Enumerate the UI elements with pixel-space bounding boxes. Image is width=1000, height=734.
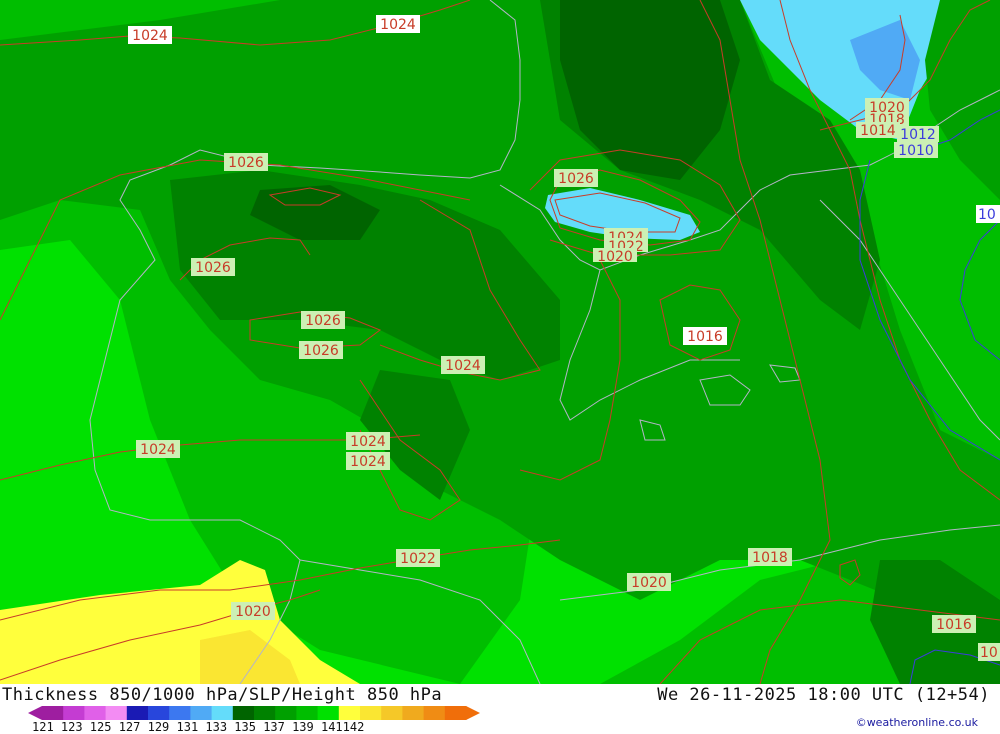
isobar-label-text: 1026 — [305, 313, 341, 329]
isobar-label: 10 — [978, 643, 1000, 661]
color-legend — [28, 706, 480, 720]
isobar-label: 1026 — [299, 341, 343, 359]
isobar-label: 1020 — [593, 248, 637, 265]
isobar-label-text: 1024 — [350, 454, 386, 470]
legend-swatch — [338, 706, 361, 720]
legend-swatch — [84, 706, 107, 720]
credit-link[interactable]: ©weatheronline.co.uk — [856, 716, 978, 729]
legend-swatch — [317, 706, 340, 720]
isobar-label-text: 1024 — [140, 442, 176, 458]
isobar-label-text: 1020 — [631, 575, 667, 591]
isobar-label-text: 1026 — [228, 155, 264, 171]
isobar-label-text: 1020 — [597, 249, 633, 265]
isobar-label: 1020 — [231, 602, 275, 620]
isobar-label-text: 1024 — [350, 434, 386, 450]
isobar-label: 1016 — [683, 327, 727, 345]
legend-swatch — [381, 706, 403, 720]
isobar-label: 1026 — [224, 153, 268, 171]
legend-swatch — [360, 706, 382, 720]
legend-arrow-right — [466, 706, 480, 720]
isobar-label-text: 1014 — [860, 123, 896, 139]
isobar-label: 10 — [976, 205, 1000, 223]
isobar-label-text: 1024 — [132, 28, 168, 44]
isobar-label-text: 1026 — [558, 171, 594, 187]
isobar-label: 1020 — [627, 573, 671, 591]
legend-swatch — [105, 706, 128, 720]
legend-swatch — [444, 706, 467, 720]
isobar-label-text: 10 — [978, 207, 996, 223]
isobar-label: 1026 — [301, 311, 345, 329]
legend-arrow-left — [28, 706, 42, 720]
isobar-label-text: 1010 — [898, 143, 934, 159]
isobar-label-text: 1024 — [380, 17, 416, 33]
isobar-label-text: 1020 — [235, 604, 271, 620]
legend-swatch — [254, 706, 276, 720]
isobar-label: 1024 — [136, 440, 180, 458]
isobar-label: 1024 — [128, 26, 172, 44]
legend-swatch — [402, 706, 425, 720]
valid-time: We 26-11-2025 18:00 UTC (12+54) — [657, 685, 990, 705]
isobar-label: 1016 — [932, 615, 976, 633]
legend-swatch — [63, 706, 85, 720]
isobar-label: 1012 — [897, 126, 939, 143]
legend-swatch — [296, 706, 319, 720]
map-footer: Thickness 850/1000 hPa/SLP/Height 850 hP… — [0, 684, 1000, 734]
legend-swatch — [275, 706, 297, 720]
isobar-label: 1026 — [554, 169, 598, 187]
isobar-label-text: 1026 — [303, 343, 339, 359]
legend-swatch — [169, 706, 191, 720]
isobar-label: 1024 — [441, 356, 485, 374]
legend-swatch — [211, 706, 234, 720]
legend-swatch — [232, 706, 255, 720]
map-title: Thickness 850/1000 hPa/SLP/Height 850 hP… — [2, 685, 443, 705]
isobar-label-text: 10 — [980, 645, 998, 661]
legend-swatch — [190, 706, 213, 720]
isobar-label-text: 1022 — [400, 551, 436, 567]
legend-swatch — [423, 706, 446, 720]
legend-swatch — [148, 706, 170, 720]
isobar-label: 1024 — [346, 452, 390, 470]
isobar-label: 1010 — [894, 142, 938, 159]
isobar-label: 1024 — [376, 15, 420, 33]
legend-swatch — [126, 706, 149, 720]
isobar-label-text: 1024 — [445, 358, 481, 374]
isobar-label: 1018 — [748, 548, 792, 566]
thickness-map-canvas: 1024 1024 1026 1026 1026 1026 1026 1024 … — [0, 0, 1000, 684]
isobar-label-text: 1016 — [687, 329, 723, 345]
legend-swatch — [42, 706, 64, 720]
isobar-label: 1014 — [856, 122, 900, 139]
weather-map: 1024 1024 1026 1026 1026 1026 1026 1024 … — [0, 0, 1000, 684]
isobar-label-text: 1026 — [195, 260, 231, 276]
isobar-label: 1026 — [191, 258, 235, 276]
isobar-label-text: 1016 — [936, 617, 972, 633]
isobar-label: 1022 — [396, 549, 440, 567]
isobar-label-text: 1012 — [900, 127, 936, 143]
isobar-label-text: 1018 — [752, 550, 788, 566]
legend-tick-labels: 121 123 125 127 129 131 133 135 137 139 … — [32, 720, 365, 734]
isobar-label: 1024 — [346, 432, 390, 450]
